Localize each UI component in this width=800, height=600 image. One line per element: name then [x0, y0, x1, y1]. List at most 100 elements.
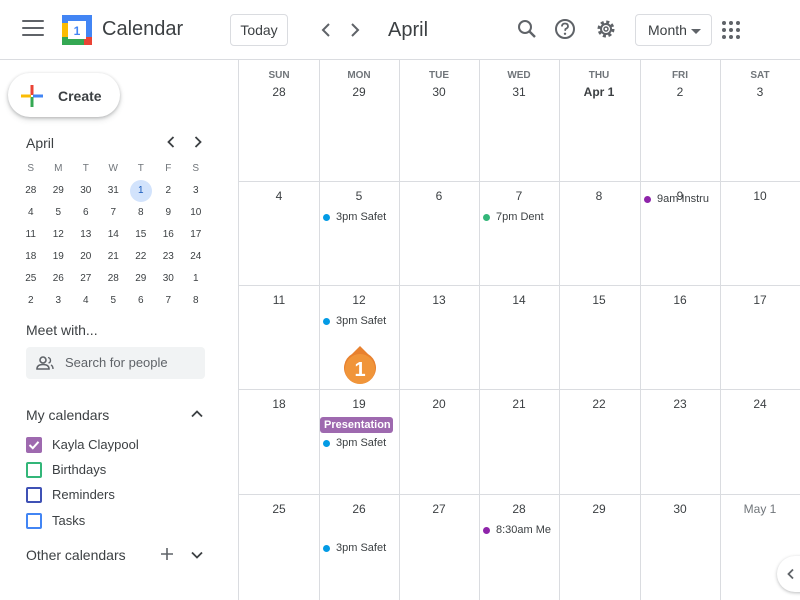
mini-day[interactable]: 5	[45, 202, 73, 224]
mini-day[interactable]: 4	[72, 290, 100, 312]
mini-day[interactable]: 3	[182, 180, 210, 202]
mini-day[interactable]: 1	[127, 180, 155, 202]
mini-day[interactable]: 19	[45, 246, 73, 268]
mini-day[interactable]: 13	[72, 224, 100, 246]
mini-day[interactable]: 6	[127, 290, 155, 312]
mini-day[interactable]: 8	[127, 202, 155, 224]
event-item[interactable]: 8:30am Me	[483, 522, 551, 538]
day-number[interactable]: 27	[399, 502, 479, 516]
checkbox-checked[interactable]	[26, 437, 42, 453]
mini-day[interactable]: 20	[72, 246, 100, 268]
day-number[interactable]: 18	[239, 397, 319, 411]
mini-day[interactable]: 4	[17, 202, 45, 224]
event-item[interactable]: 7pm Dent	[483, 209, 551, 225]
day-number[interactable]: 17	[720, 293, 800, 307]
mini-day[interactable]: 30	[155, 268, 183, 290]
day-number[interactable]: 24	[720, 397, 800, 411]
mini-day[interactable]: 5	[100, 290, 128, 312]
day-number[interactable]: 22	[559, 397, 639, 411]
day-number[interactable]: 11	[239, 293, 319, 307]
mini-day[interactable]: 11	[17, 224, 45, 246]
day-number[interactable]: 28	[239, 85, 319, 99]
other-calendars-title[interactable]: Other calendars	[26, 547, 126, 563]
day-number[interactable]: May 1	[720, 502, 800, 516]
day-number[interactable]: 20	[399, 397, 479, 411]
day-number[interactable]: 13	[399, 293, 479, 307]
gear-icon[interactable]	[593, 16, 619, 42]
day-number[interactable]: 25	[239, 502, 319, 516]
mini-day[interactable]: 15	[127, 224, 155, 246]
mini-next-chevron-right-icon[interactable]	[188, 132, 208, 152]
mini-day[interactable]: 28	[100, 268, 128, 290]
day-number[interactable]: 28	[479, 502, 559, 516]
apps-icon[interactable]	[722, 21, 740, 39]
my-calendars-title[interactable]: My calendars	[26, 407, 109, 423]
day-number[interactable]: 10	[720, 189, 800, 203]
day-number[interactable]: 16	[640, 293, 720, 307]
event-item[interactable]: 9am Instru	[644, 191, 712, 207]
day-number[interactable]: 15	[559, 293, 639, 307]
event-item[interactable]: 3pm Safet	[323, 435, 391, 451]
mini-day[interactable]: 29	[127, 268, 155, 290]
help-icon[interactable]	[552, 16, 578, 42]
day-number[interactable]: 31	[479, 85, 559, 99]
mini-day[interactable]: 31	[100, 180, 128, 202]
mini-day[interactable]: 29	[45, 180, 73, 202]
day-number[interactable]: 14	[479, 293, 559, 307]
mini-day[interactable]: 2	[155, 180, 183, 202]
day-number[interactable]: 2	[640, 85, 720, 99]
day-number[interactable]: 12	[319, 293, 399, 307]
day-number[interactable]: 21	[479, 397, 559, 411]
checkbox[interactable]	[26, 513, 42, 529]
mini-day[interactable]: 22	[127, 246, 155, 268]
chevron-left-icon[interactable]	[314, 18, 338, 42]
event-chip[interactable]: Presentation	[320, 417, 393, 433]
day-number[interactable]: 3	[720, 85, 800, 99]
create-button[interactable]: Create	[8, 73, 120, 117]
day-number[interactable]: 23	[640, 397, 720, 411]
mini-day[interactable]: 24	[182, 246, 210, 268]
day-number[interactable]: Apr 1	[559, 85, 639, 99]
event-item[interactable]: 3pm Safet	[323, 209, 391, 225]
search-icon[interactable]	[514, 16, 540, 42]
mini-day[interactable]: 18	[17, 246, 45, 268]
mini-day[interactable]: 12	[45, 224, 73, 246]
mini-day[interactable]: 10	[182, 202, 210, 224]
day-number[interactable]: 7	[479, 189, 559, 203]
today-button[interactable]: Today	[230, 14, 288, 46]
mini-day[interactable]: 3	[45, 290, 73, 312]
checkbox[interactable]	[26, 462, 42, 478]
event-item[interactable]: 3pm Safet	[323, 313, 391, 329]
day-number[interactable]: 8	[559, 189, 639, 203]
day-number[interactable]: 5	[319, 189, 399, 203]
calendar-logo[interactable]: 1	[62, 15, 92, 45]
day-number[interactable]: 30	[399, 85, 479, 99]
chevron-right-icon[interactable]	[343, 18, 367, 42]
chevron-down-icon[interactable]	[189, 547, 205, 563]
mini-day[interactable]: 17	[182, 224, 210, 246]
mini-day[interactable]: 2	[17, 290, 45, 312]
mini-prev-chevron-left-icon[interactable]	[161, 132, 181, 152]
mini-day[interactable]: 7	[155, 290, 183, 312]
mini-day[interactable]: 26	[45, 268, 73, 290]
day-number[interactable]: 29	[319, 85, 399, 99]
day-number[interactable]: 6	[399, 189, 479, 203]
day-number[interactable]: 19	[319, 397, 399, 411]
day-number[interactable]: 26	[319, 502, 399, 516]
mini-day[interactable]: 7	[100, 202, 128, 224]
menu-icon[interactable]	[22, 20, 44, 40]
mini-day[interactable]: 8	[182, 290, 210, 312]
mini-day[interactable]: 27	[72, 268, 100, 290]
mini-day[interactable]: 25	[17, 268, 45, 290]
mini-day[interactable]: 28	[17, 180, 45, 202]
mini-day[interactable]: 6	[72, 202, 100, 224]
mini-day[interactable]: 1	[182, 268, 210, 290]
mini-day[interactable]: 23	[155, 246, 183, 268]
mini-day[interactable]: 16	[155, 224, 183, 246]
chevron-up-icon[interactable]	[189, 406, 205, 422]
day-number[interactable]: 30	[640, 502, 720, 516]
checkbox[interactable]	[26, 487, 42, 503]
mini-day[interactable]: 21	[100, 246, 128, 268]
add-calendar-plus-icon[interactable]	[159, 546, 175, 562]
view-select[interactable]: Month	[635, 14, 712, 46]
